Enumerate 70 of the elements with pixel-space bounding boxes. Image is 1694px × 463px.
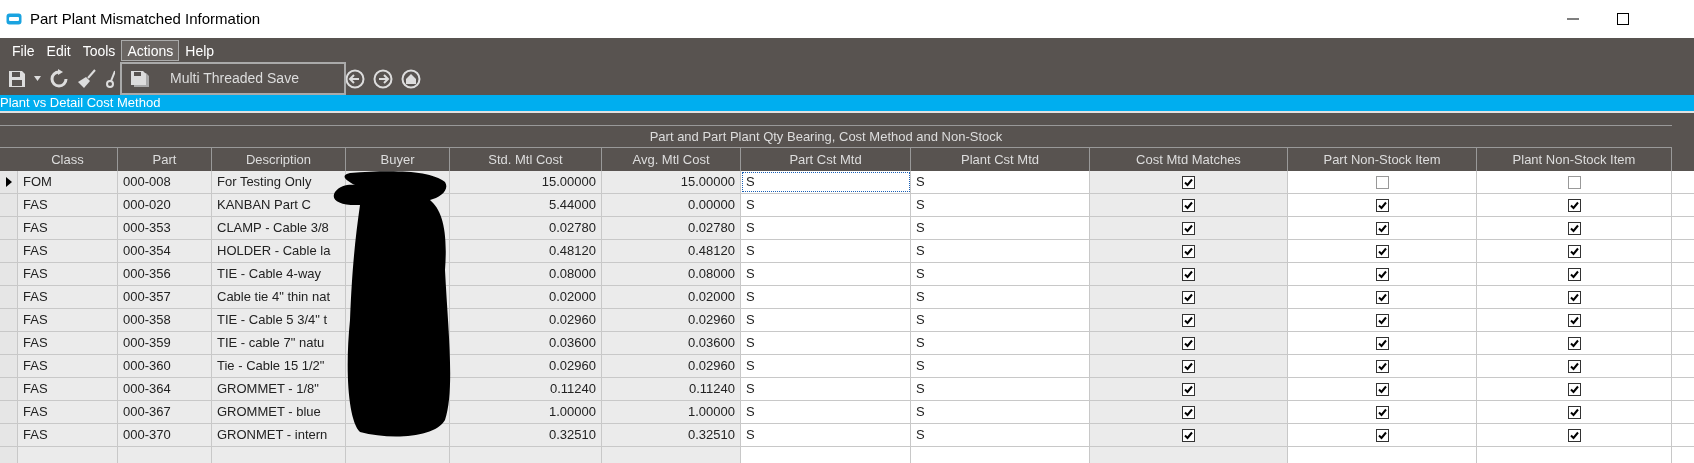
table-cell: 0.11240 [602,378,741,400]
table-cell: 0.11240 [450,378,602,400]
menu-item[interactable]: Actions [121,39,180,61]
table-cell: 000-359 [118,332,212,354]
table-cell: TIE - Cable 5 3/4" t [212,309,346,331]
section-title: Plant vs Detail Cost Method [0,94,161,113]
table-cell: 000-367 [118,401,212,423]
table-cell: FOM [18,171,118,193]
group-header: Part and Part Plant Qty Bearing, Cost Method and Non-Stock [0,125,1672,148]
table-cell: 0.02960 [602,309,741,331]
table-cell: 000-356 [118,263,212,285]
menu-item[interactable]: Help [179,39,221,61]
table-cell: 0.02780 [450,217,602,239]
table-cell: FAS [18,355,118,377]
table-cell: TIE - Cable 4-way [212,263,346,285]
table-cell: FAS [18,309,118,331]
table-cell: FAS [18,378,118,400]
table-cell: 000-354 [118,240,212,262]
table-cell: 1.00000 [450,401,602,423]
table-cell: Tie - Cable 15 1/2" [212,355,346,377]
table-cell: 000-357 [118,286,212,308]
table-cell: 000-370 [118,424,212,446]
table-cell: 000-358 [118,309,212,331]
table-cell: 0.02780 [602,217,741,239]
table-cell: GROMMET - blue [212,401,346,423]
table-cell: FAS [18,263,118,285]
table-cell: 0.02000 [450,286,602,308]
table-cell: For Testing Only [212,171,346,193]
table-cell: 0.32510 [450,424,602,446]
table-cell: 000-020 [118,194,212,216]
table-cell: 0.08000 [602,263,741,285]
table-cell: 0.03600 [602,332,741,354]
table-cell: 15.00000 [450,171,602,193]
table-cell: 0.02960 [450,355,602,377]
table-cell: KANBAN Part C [212,194,346,216]
table-cell: FAS [18,401,118,423]
table-cell: 000-353 [118,217,212,239]
table-cell: FAS [18,217,118,239]
table-cell: FAS [18,286,118,308]
table-cell: 0.48120 [450,240,602,262]
menu-item[interactable]: Multi Threaded Save [170,68,299,89]
table-cell: 000-008 [118,171,212,193]
table-cell: 1.00000 [602,401,741,423]
table-cell: GROMMET - 1/8" [212,378,346,400]
table-cell: HOLDER - Cable la [212,240,346,262]
table-cell: 5.44000 [450,194,602,216]
table-cell: Cable tie 4" thin nat [212,286,346,308]
table-cell: 15.00000 [602,171,741,193]
table-cell: 000-360 [118,355,212,377]
table-cell: 0.03600 [450,332,602,354]
table-cell: 0.02960 [450,309,602,331]
table-cell: FAS [18,332,118,354]
table-cell: 0.48120 [602,240,741,262]
table-cell: 0.00000 [602,194,741,216]
table-cell: 0.08000 [450,263,602,285]
table-cell: CLAMP - Cable 3/8 [212,217,346,239]
menu-item[interactable]: Tools [76,39,122,61]
table-cell: 0.32510 [602,424,741,446]
table-cell: GRONMET - intern [212,424,346,446]
window-title: Part Plant Mismatched Information [30,8,261,29]
table-cell: 000-364 [118,378,212,400]
table-cell: FAS [18,240,118,262]
menu-item[interactable]: File [6,39,41,61]
table-cell: 0.02960 [602,355,741,377]
table-cell: FAS [18,194,118,216]
table-cell: FAS [18,424,118,446]
table-cell: S [741,171,911,193]
table-cell: TIE - cable 7" natu [212,332,346,354]
table-cell: 0.02000 [602,286,741,308]
menu-item[interactable]: Edit [40,39,77,61]
